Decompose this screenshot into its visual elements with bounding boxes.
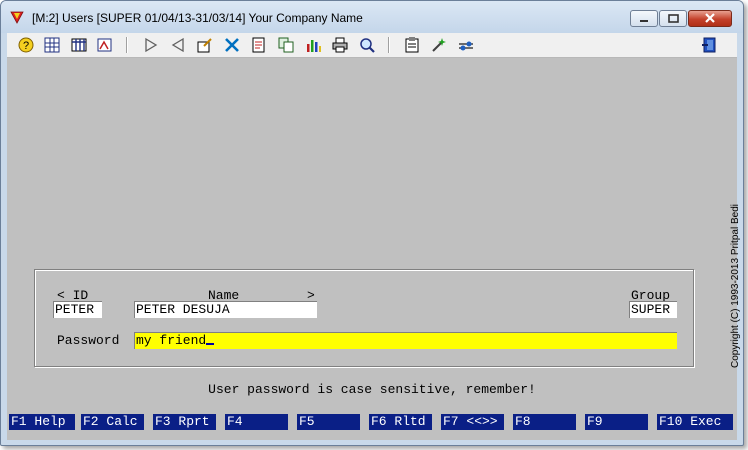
minimize-icon bbox=[640, 20, 648, 22]
maximize-button[interactable] bbox=[659, 10, 687, 27]
toolbar: ? bbox=[7, 33, 737, 58]
copyright-notice: Copyright (C) 1993-2013 Pritpal Bedi bbox=[717, 178, 741, 368]
table-icon[interactable] bbox=[70, 36, 88, 54]
name-field[interactable]: PETER DESUJA bbox=[134, 301, 317, 318]
fkey-f10-execute[interactable]: F10 Exec bbox=[657, 414, 733, 430]
document-icon[interactable] bbox=[250, 36, 268, 54]
edit-icon[interactable] bbox=[196, 36, 214, 54]
print-icon[interactable] bbox=[331, 36, 349, 54]
title-bar[interactable]: [M:2] Users [SUPER 01/04/13-31/03/14] Yo… bbox=[1, 1, 743, 33]
fkey-f4[interactable]: F4 bbox=[225, 414, 288, 430]
status-message: User password is case sensitive, remembe… bbox=[208, 382, 536, 397]
exit-icon[interactable] bbox=[701, 36, 719, 54]
chart-icon[interactable] bbox=[304, 36, 322, 54]
toolbar-separator bbox=[126, 37, 128, 53]
next-icon[interactable] bbox=[142, 36, 160, 54]
toolbar-separator bbox=[388, 37, 390, 53]
fkey-f2-calc[interactable]: F2 Calc bbox=[81, 414, 144, 430]
search-icon[interactable] bbox=[358, 36, 376, 54]
fkey-f6-related[interactable]: F6 Rltd bbox=[369, 414, 432, 430]
client-area: Copyright (C) 1993-2013 Pritpal Bedi < I… bbox=[7, 58, 741, 440]
minimize-button[interactable] bbox=[630, 10, 658, 27]
calculator-icon[interactable] bbox=[43, 36, 61, 54]
copy-icon[interactable] bbox=[277, 36, 295, 54]
user-form-panel: < ID Name > Group PETER PETER DESUJA SUP… bbox=[34, 269, 694, 367]
app-icon[interactable] bbox=[10, 10, 24, 24]
fkey-f1-help[interactable]: F1 Help bbox=[9, 414, 75, 430]
id-field[interactable]: PETER bbox=[53, 301, 102, 318]
magic-icon[interactable] bbox=[430, 36, 448, 54]
fkey-f5[interactable]: F5 bbox=[297, 414, 360, 430]
report-icon[interactable] bbox=[96, 36, 114, 54]
group-field[interactable]: SUPER bbox=[629, 301, 677, 318]
fkey-f9[interactable]: F9 bbox=[585, 414, 648, 430]
settings-icon[interactable] bbox=[457, 36, 475, 54]
text-cursor bbox=[206, 343, 215, 345]
help-icon[interactable]: ? bbox=[17, 36, 35, 54]
fkey-f8[interactable]: F8 bbox=[513, 414, 576, 430]
previous-icon[interactable] bbox=[169, 36, 187, 54]
fkey-f7-toggle[interactable]: F7 <<>> bbox=[441, 414, 504, 430]
clipboard-icon[interactable] bbox=[403, 36, 421, 54]
maximize-icon bbox=[668, 14, 679, 23]
tools-icon[interactable] bbox=[223, 36, 241, 54]
window-title: [M:2] Users [SUPER 01/04/13-31/03/14] Yo… bbox=[32, 11, 363, 25]
close-button[interactable] bbox=[688, 10, 732, 27]
password-label: Password bbox=[57, 333, 120, 348]
application-window: [M:2] Users [SUPER 01/04/13-31/03/14] Yo… bbox=[0, 0, 744, 446]
password-value: my friend bbox=[136, 333, 207, 348]
close-icon bbox=[705, 13, 715, 23]
svg-text:?: ? bbox=[23, 40, 29, 52]
fkey-f3-report[interactable]: F3 Rprt bbox=[153, 414, 216, 430]
copyright-text: Copyright (C) 1993-2013 Pritpal Bedi bbox=[730, 204, 741, 368]
password-field[interactable]: my friend bbox=[134, 332, 677, 349]
